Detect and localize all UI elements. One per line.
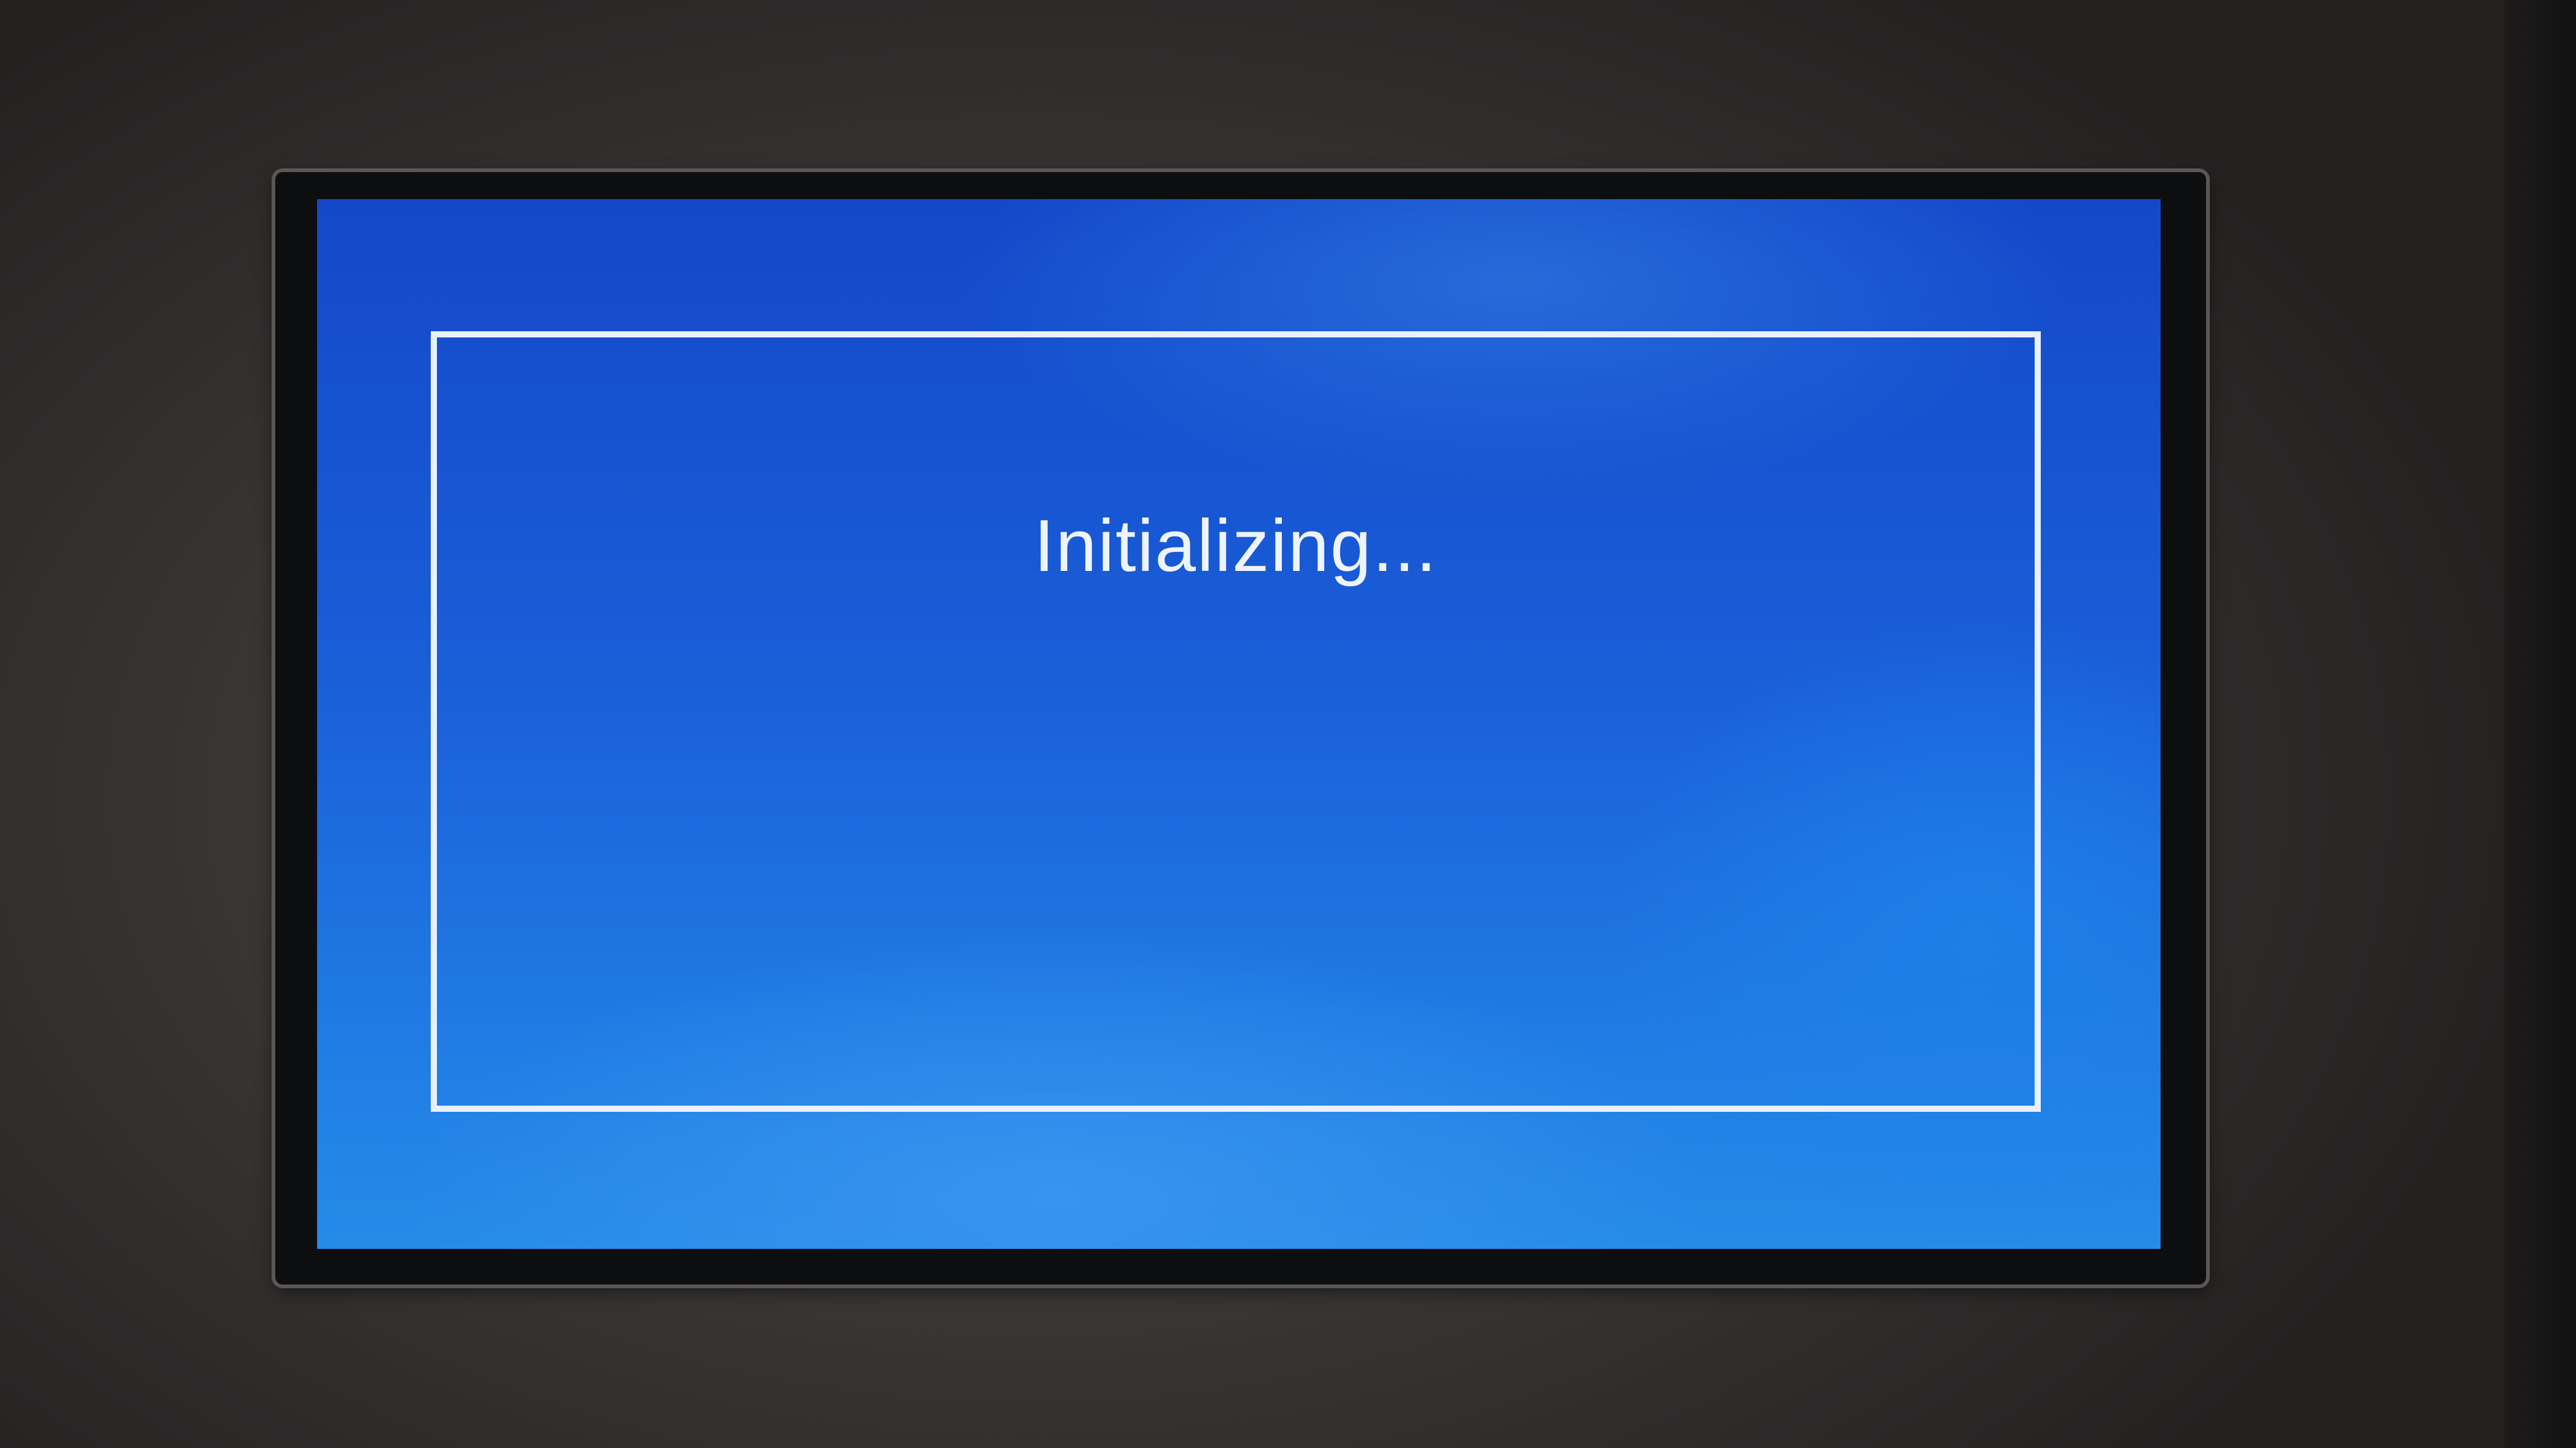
device-edge: [2504, 0, 2576, 1448]
initializing-status-text: Initializing...: [1034, 505, 1438, 587]
display-screen: Initializing...: [317, 199, 2161, 1249]
dialog-frame: Initializing...: [431, 331, 2041, 1112]
